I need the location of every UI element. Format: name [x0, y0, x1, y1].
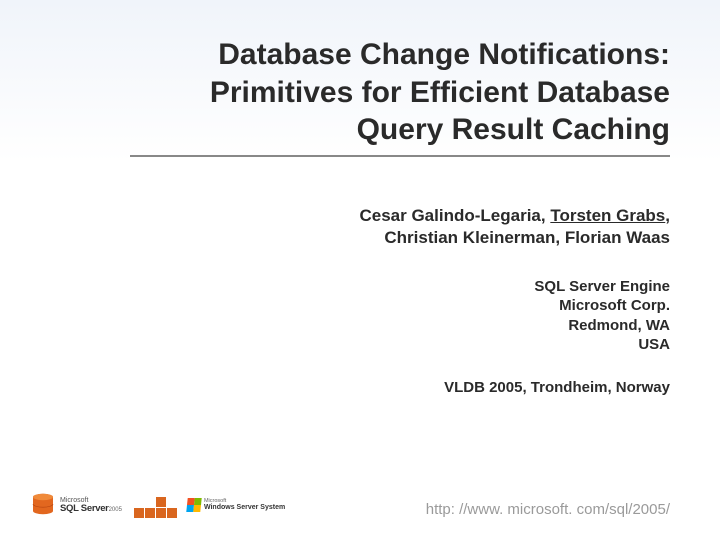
sql-logo-text: Microsoft SQL Server2005: [60, 497, 122, 514]
decorative-squares-icon: [134, 497, 177, 518]
windows-flag-icon: [186, 498, 201, 512]
author-text: Cesar Galindo-Legaria,: [359, 206, 550, 225]
ws-logo-text: Microsoft Windows Server System: [204, 499, 285, 512]
affiliation-block: SQL Server Engine Microsoft Corp. Redmon…: [130, 277, 670, 355]
author-presenter: Torsten Grabs: [550, 206, 665, 225]
footer-url: http: //www. microsoft. com/sql/2005/: [426, 501, 670, 518]
authors-line-2: Christian Kleinerman, Florian Waas: [130, 227, 670, 249]
logo-product: SQL Server: [60, 503, 109, 514]
authors-block: Cesar Galindo-Legaria, Torsten Grabs, Ch…: [130, 205, 670, 249]
affiliation-line: Redmond, WA: [130, 316, 670, 336]
sql-server-logo: Microsoft SQL Server2005: [30, 492, 122, 518]
affiliation-line: Microsoft Corp.: [130, 296, 670, 316]
affiliation-line: SQL Server Engine: [130, 277, 670, 297]
slide-title: Database Change Notifications: Primitive…: [130, 36, 670, 157]
ws-product: Windows Server System: [204, 504, 285, 511]
database-icon: [30, 492, 56, 518]
logo-year: 2005: [109, 507, 122, 513]
windows-server-logo: Microsoft Windows Server System: [187, 498, 285, 512]
authors-line-1: Cesar Galindo-Legaria, Torsten Grabs,: [130, 205, 670, 227]
author-text: ,: [665, 206, 670, 225]
logo-area: Microsoft SQL Server2005 Microsoft Windo…: [30, 492, 285, 518]
affiliation-line: USA: [130, 335, 670, 355]
venue-text: VLDB 2005, Trondheim, Norway: [130, 379, 670, 396]
slide: Database Change Notifications: Primitive…: [0, 0, 720, 540]
